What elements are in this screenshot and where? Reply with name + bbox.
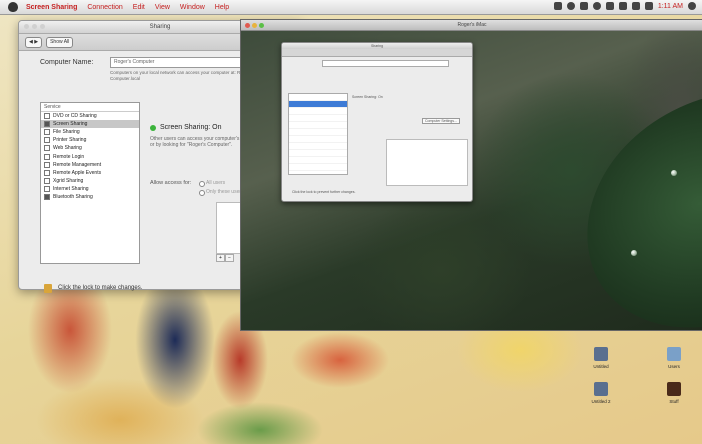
menu-edit[interactable]: Edit — [133, 4, 145, 11]
desktop-item-label[interactable]: Untitled 2 — [581, 399, 621, 404]
water-drop — [631, 250, 637, 256]
desktop-item-icon[interactable] — [594, 382, 608, 396]
remote-minimize-icon[interactable] — [252, 23, 257, 28]
leaf-wallpaper — [553, 63, 702, 330]
battery-icon[interactable] — [631, 2, 640, 10]
minimize-icon[interactable] — [32, 24, 37, 29]
menu-window[interactable]: Window — [180, 4, 205, 11]
remote-zoom-icon[interactable] — [259, 23, 264, 28]
time-machine-icon[interactable] — [553, 2, 562, 10]
desktop-item-icon[interactable] — [667, 382, 681, 396]
screen-sharing-icon[interactable] — [579, 2, 588, 10]
sync-icon[interactable] — [566, 2, 575, 10]
remote-computer-settings-button[interactable]: Computer Settings... — [422, 118, 460, 124]
remote-titlebar[interactable]: Roger's iMac — [241, 20, 702, 31]
remote-screen-window[interactable]: Roger's iMac Sharing Screen Sharing: On … — [240, 19, 702, 331]
desktop-item-icon[interactable] — [667, 347, 681, 361]
remote-sharing-window[interactable]: Sharing Screen Sharing: On Computer Sett… — [281, 42, 473, 202]
menu-view[interactable]: View — [155, 4, 170, 11]
remote-window-title: Roger's iMac — [457, 22, 487, 28]
flag-icon[interactable] — [644, 2, 653, 10]
menu-status-area: 1:11 AM — [553, 2, 696, 10]
remote-close-icon[interactable] — [245, 23, 250, 28]
desktop-item-label[interactable]: Untitled — [581, 364, 621, 369]
back-forward-button[interactable]: ◀ ▶ — [25, 36, 43, 48]
menu-clock[interactable]: 1:11 AM — [658, 3, 683, 10]
remote-status-title: Screen Sharing: On — [352, 95, 383, 99]
menu-help[interactable]: Help — [215, 4, 229, 11]
remote-lock-text: Click the lock to prevent further change… — [292, 190, 356, 194]
desktop-item-label[interactable]: Users — [654, 364, 694, 369]
desktop-item-label[interactable]: Stuff — [654, 399, 694, 404]
apple-icon[interactable] — [8, 2, 18, 12]
menu-bar: Screen Sharing Connection Edit View Wind… — [0, 0, 702, 15]
zoom-icon[interactable] — [40, 24, 45, 29]
remote-users-list[interactable] — [386, 139, 468, 186]
sharing-window-title: Sharing — [149, 24, 171, 30]
menu-app-name[interactable]: Screen Sharing — [26, 4, 77, 11]
remote-services-list[interactable] — [288, 93, 348, 175]
bluetooth-icon[interactable] — [592, 2, 601, 10]
desktop-item-icon[interactable] — [594, 347, 608, 361]
spotlight-icon[interactable] — [688, 2, 696, 10]
menu-connection[interactable]: Connection — [87, 4, 122, 11]
volume-icon[interactable] — [618, 2, 627, 10]
show-all-button[interactable]: Show All — [46, 36, 74, 48]
wifi-icon[interactable] — [605, 2, 614, 10]
remote-sharing-toolbar — [282, 49, 472, 57]
water-drop — [671, 170, 677, 176]
close-icon[interactable] — [24, 24, 29, 29]
remote-computer-name-field[interactable] — [322, 60, 449, 67]
